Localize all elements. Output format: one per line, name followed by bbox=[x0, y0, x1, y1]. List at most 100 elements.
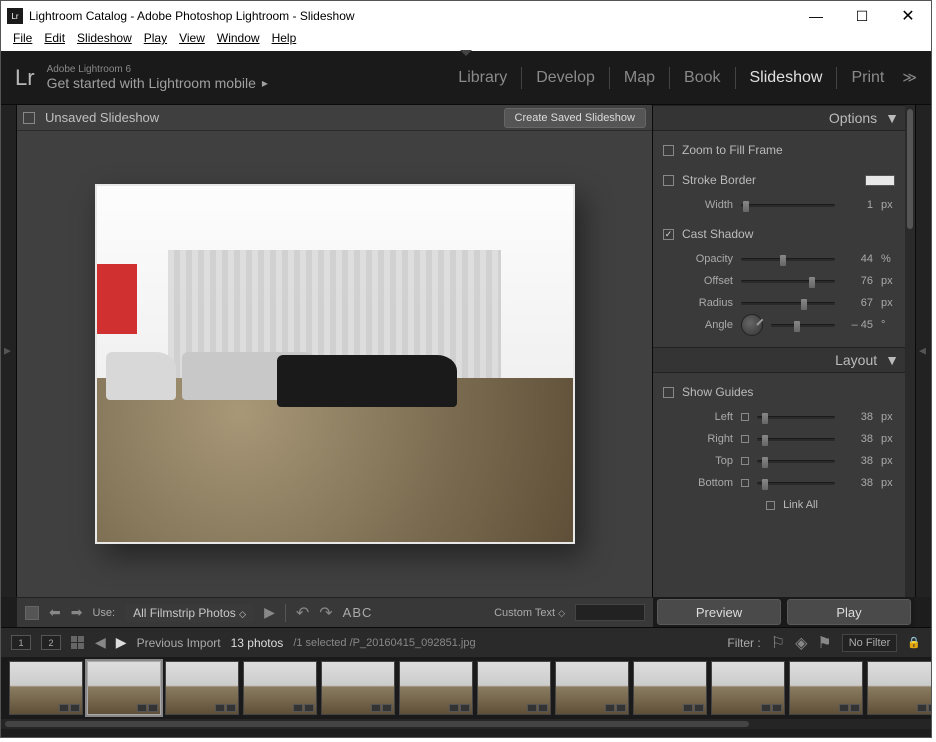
link-top-icon[interactable] bbox=[741, 457, 749, 465]
rotate-ccw-button[interactable]: ↶ bbox=[296, 603, 309, 623]
link-all-label: Link All bbox=[783, 499, 818, 511]
thumbnail[interactable] bbox=[87, 661, 161, 715]
create-saved-slideshow-button[interactable]: Create Saved Slideshow bbox=[504, 108, 646, 128]
menu-slideshow[interactable]: Slideshow bbox=[73, 31, 136, 51]
opacity-value[interactable]: 44 bbox=[843, 253, 873, 265]
module-print[interactable]: Print bbox=[851, 69, 884, 87]
more-modules-icon[interactable]: ≫ bbox=[902, 69, 917, 86]
left-panel-collapsed[interactable] bbox=[1, 105, 17, 597]
module-develop[interactable]: Develop bbox=[536, 69, 595, 87]
grid-view-icon[interactable] bbox=[71, 636, 85, 650]
play-button[interactable]: Play bbox=[787, 599, 911, 625]
right-stub-collapsed[interactable] bbox=[915, 105, 931, 597]
margin-top-value[interactable]: 38 bbox=[843, 455, 873, 467]
source-label[interactable]: Previous Import bbox=[137, 636, 221, 650]
offset-slider[interactable] bbox=[741, 280, 835, 283]
zoom-fill-checkbox[interactable] bbox=[663, 145, 674, 156]
next-slide-button[interactable]: ➡ bbox=[71, 604, 83, 621]
angle-value[interactable]: – 45 bbox=[843, 319, 873, 331]
thumbnail[interactable] bbox=[243, 661, 317, 715]
angle-dial[interactable] bbox=[741, 314, 763, 336]
offset-value[interactable]: 76 bbox=[843, 275, 873, 287]
rotate-cw-button[interactable]: ↷ bbox=[319, 603, 332, 623]
thumbnail[interactable] bbox=[477, 661, 551, 715]
module-library[interactable]: Library bbox=[458, 69, 507, 87]
layout-panel-header[interactable]: Layout ▼ bbox=[653, 347, 915, 373]
thumbnail[interactable] bbox=[711, 661, 785, 715]
use-dropdown[interactable]: All Filmstrip Photos ◇ bbox=[125, 604, 254, 622]
menu-edit[interactable]: Edit bbox=[40, 31, 69, 51]
thumbnail[interactable] bbox=[867, 661, 931, 715]
link-bottom-icon[interactable] bbox=[741, 479, 749, 487]
prev-slide-button[interactable]: ⬅ bbox=[49, 604, 61, 621]
thumbnail[interactable] bbox=[321, 661, 395, 715]
flag-filter-icon[interactable]: ⚐ bbox=[771, 633, 785, 653]
display-1-button[interactable]: 1 bbox=[11, 635, 31, 650]
close-button[interactable]: ✕ bbox=[885, 1, 931, 31]
link-left-icon[interactable] bbox=[741, 413, 749, 421]
margin-right-slider[interactable] bbox=[757, 438, 835, 441]
module-slideshow[interactable]: Slideshow bbox=[750, 69, 823, 87]
link-right-icon[interactable] bbox=[741, 435, 749, 443]
zoom-fill-label: Zoom to Fill Frame bbox=[682, 143, 783, 157]
thumbnail[interactable] bbox=[399, 661, 473, 715]
filmstrip-back-button[interactable]: ◀ bbox=[95, 634, 106, 651]
angle-slider[interactable] bbox=[771, 324, 835, 327]
filmstrip-scrollbar[interactable] bbox=[1, 719, 931, 729]
module-book[interactable]: Book bbox=[684, 69, 720, 87]
width-slider[interactable] bbox=[741, 204, 835, 207]
stroke-color-swatch[interactable] bbox=[865, 175, 895, 186]
play-inline-button[interactable]: ▶ bbox=[264, 604, 275, 621]
menu-view[interactable]: View bbox=[175, 31, 209, 51]
module-map[interactable]: Map bbox=[624, 69, 655, 87]
minimize-button[interactable]: — bbox=[793, 1, 839, 31]
pick-filter-icon[interactable]: ◈ bbox=[795, 633, 807, 653]
width-value[interactable]: 1 bbox=[843, 199, 873, 211]
margin-right-unit: px bbox=[881, 433, 895, 445]
thumbnail[interactable] bbox=[633, 661, 707, 715]
preview-button[interactable]: Preview bbox=[657, 599, 781, 625]
options-panel-header[interactable]: Options ▼ bbox=[653, 105, 915, 131]
cast-shadow-checkbox[interactable] bbox=[663, 229, 674, 240]
thumbnail[interactable] bbox=[165, 661, 239, 715]
menu-file[interactable]: File bbox=[9, 31, 36, 51]
stroke-border-checkbox[interactable] bbox=[663, 175, 674, 186]
radius-label: Radius bbox=[683, 297, 733, 309]
radius-value[interactable]: 67 bbox=[843, 297, 873, 309]
show-guides-label: Show Guides bbox=[682, 385, 753, 399]
menu-help[interactable]: Help bbox=[268, 31, 301, 51]
margin-top-slider[interactable] bbox=[757, 460, 835, 463]
slideshow-toolbar: ⬅ ➡ Use: All Filmstrip Photos ◇ ▶ ↶ ↷ AB… bbox=[17, 597, 653, 627]
margin-bottom-slider[interactable] bbox=[757, 482, 835, 485]
maximize-button[interactable]: ☐ bbox=[839, 1, 885, 31]
radius-slider[interactable] bbox=[741, 302, 835, 305]
reject-filter-icon[interactable]: ⚑ bbox=[817, 633, 831, 653]
filmstrip[interactable] bbox=[1, 657, 931, 719]
margin-left-value[interactable]: 38 bbox=[843, 411, 873, 423]
filter-lock-icon[interactable]: 🔒 bbox=[907, 636, 921, 649]
right-panel-scrollbar[interactable] bbox=[905, 105, 915, 597]
thumbnail[interactable] bbox=[555, 661, 629, 715]
link-all-checkbox[interactable] bbox=[766, 501, 775, 510]
thumbnail[interactable] bbox=[789, 661, 863, 715]
menu-window[interactable]: Window bbox=[213, 31, 264, 51]
brand-bottom[interactable]: Get started with Lightroom mobile▸ bbox=[47, 75, 268, 91]
custom-text-label[interactable]: Custom Text ◇ bbox=[494, 607, 565, 619]
opacity-slider[interactable] bbox=[741, 258, 835, 261]
template-icon[interactable] bbox=[23, 112, 35, 124]
triangle-down-icon: ▼ bbox=[885, 110, 899, 126]
menu-play[interactable]: Play bbox=[140, 31, 171, 51]
custom-text-input[interactable] bbox=[575, 604, 645, 621]
filmstrip-forward-button[interactable]: ▶ bbox=[116, 634, 127, 651]
margin-bottom-value[interactable]: 38 bbox=[843, 477, 873, 489]
stop-button[interactable] bbox=[25, 606, 39, 620]
angle-label: Angle bbox=[683, 319, 733, 331]
show-guides-checkbox[interactable] bbox=[663, 387, 674, 398]
margin-left-slider[interactable] bbox=[757, 416, 835, 419]
display-2-button[interactable]: 2 bbox=[41, 635, 61, 650]
thumbnail[interactable] bbox=[9, 661, 83, 715]
text-tool-button[interactable]: ABC bbox=[343, 605, 373, 620]
margin-right-value[interactable]: 38 bbox=[843, 433, 873, 445]
filter-dropdown[interactable]: No Filter bbox=[842, 634, 898, 652]
margin-bottom-label: Bottom bbox=[683, 477, 733, 489]
